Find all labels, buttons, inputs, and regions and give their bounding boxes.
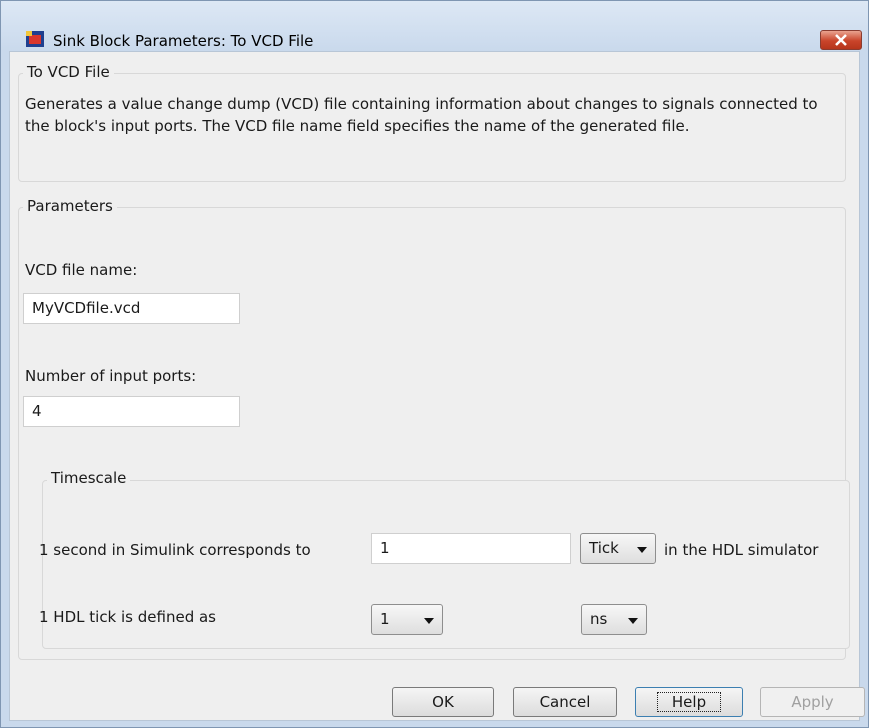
close-icon bbox=[835, 34, 847, 46]
block-description: Generates a value change dump (VCD) file… bbox=[25, 95, 818, 135]
vcd-file-name-label: VCD file name: bbox=[25, 261, 138, 279]
parameters-group-title: Parameters bbox=[23, 197, 117, 215]
hdl-tick-value: 1 bbox=[380, 610, 390, 628]
window-title: Sink Block Parameters: To VCD File bbox=[53, 32, 314, 50]
close-button[interactable] bbox=[820, 30, 862, 50]
seconds-unit-value: Tick bbox=[589, 539, 619, 557]
hdl-tick-unit: ns bbox=[590, 610, 608, 628]
hdl-simulator-suffix: in the HDL simulator bbox=[664, 541, 819, 559]
chevron-down-icon bbox=[424, 618, 434, 624]
seconds-unit-dropdown[interactable]: Tick bbox=[580, 533, 656, 564]
title-bar[interactable]: Sink Block Parameters: To VCD File bbox=[1, 1, 868, 51]
description-group-title: To VCD File bbox=[23, 63, 114, 81]
vcd-file-name-input[interactable]: MyVCDfile.vcd bbox=[23, 293, 240, 324]
cancel-button-label: Cancel bbox=[539, 693, 591, 711]
ok-button[interactable]: OK bbox=[392, 687, 494, 717]
num-input-ports-input[interactable]: 4 bbox=[23, 396, 240, 427]
timescale-group-title: Timescale bbox=[47, 469, 131, 487]
simulink-block-icon bbox=[26, 31, 44, 47]
seconds-mapping-input[interactable]: 1 bbox=[371, 533, 571, 564]
num-input-ports-label: Number of input ports: bbox=[25, 367, 197, 385]
help-button[interactable]: Help bbox=[635, 687, 743, 717]
dialog-window: Sink Block Parameters: To VCD File To VC… bbox=[0, 0, 869, 728]
ok-button-label: OK bbox=[432, 693, 454, 711]
help-button-label: Help bbox=[656, 692, 722, 712]
cancel-button[interactable]: Cancel bbox=[513, 687, 617, 717]
hdl-tick-value-dropdown[interactable]: 1 bbox=[371, 604, 443, 635]
hdl-tick-label: 1 HDL tick is defined as bbox=[39, 608, 216, 626]
seconds-mapping-label: 1 second in Simulink corresponds to bbox=[39, 541, 311, 559]
chevron-down-icon bbox=[628, 618, 638, 624]
apply-button-label: Apply bbox=[791, 693, 834, 711]
apply-button[interactable]: Apply bbox=[760, 687, 865, 717]
hdl-tick-unit-dropdown[interactable]: ns bbox=[581, 604, 647, 635]
chevron-down-icon bbox=[637, 547, 647, 553]
